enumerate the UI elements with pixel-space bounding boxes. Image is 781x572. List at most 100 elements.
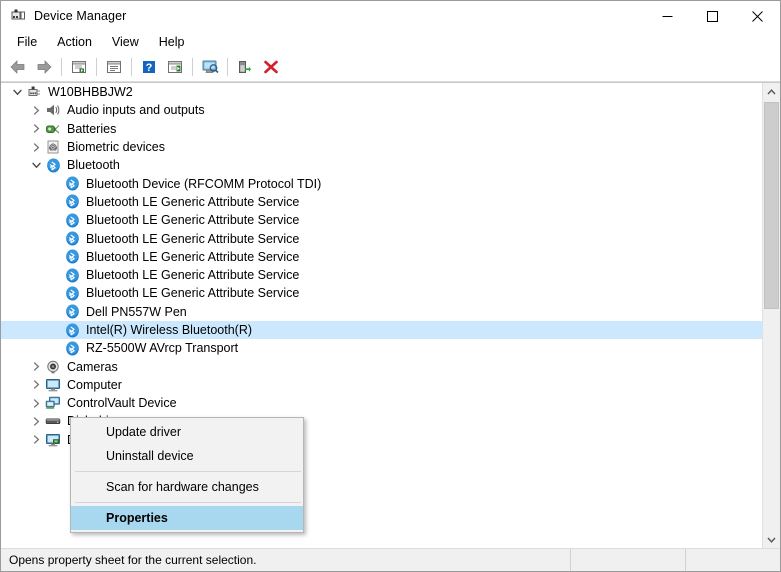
- status-pane-2: [571, 549, 686, 571]
- maximize-button[interactable]: [690, 1, 735, 31]
- tree-item-label: ControlVault Device: [67, 394, 177, 412]
- console-content: W10BHBBJW2Audio inputs and outputsBatter…: [1, 82, 780, 548]
- tree-spacer: [47, 285, 63, 301]
- menu-view[interactable]: View: [102, 32, 149, 52]
- chevron-right-icon[interactable]: [28, 359, 44, 375]
- tree-item[interactable]: Audio inputs and outputs: [1, 101, 762, 119]
- scroll-up-arrow-icon[interactable]: [763, 83, 780, 100]
- tree-item-icon-cell: [44, 395, 62, 411]
- vertical-scrollbar[interactable]: [762, 83, 780, 548]
- tree-spacer: [47, 176, 63, 192]
- bluetooth-icon: [46, 158, 61, 173]
- context-menu-item-uninstall-device[interactable]: Uninstall device: [71, 444, 303, 468]
- scrollbar-thumb[interactable]: [764, 102, 779, 309]
- tree-item-icon-cell: [44, 139, 62, 155]
- context-menu-item-scan-for-hardware-changes[interactable]: Scan for hardware changes: [71, 475, 303, 499]
- update-driver-icon[interactable]: [163, 55, 187, 79]
- tree-item[interactable]: Bluetooth LE Generic Attribute Service: [1, 266, 762, 284]
- tree-spacer: [47, 231, 63, 247]
- menu-file[interactable]: File: [7, 32, 47, 52]
- device-tree-panel[interactable]: W10BHBBJW2Audio inputs and outputsBatter…: [1, 83, 762, 548]
- chevron-right-icon[interactable]: [28, 102, 44, 118]
- scan-hardware-changes-icon[interactable]: [198, 55, 222, 79]
- title-bar: Device Manager: [1, 1, 780, 31]
- tree-item-label: Bluetooth LE Generic Attribute Service: [86, 211, 299, 229]
- bluetooth-icon: [65, 194, 80, 209]
- tree-item-icon-cell: [44, 432, 62, 448]
- tree-item[interactable]: Dell PN557W Pen: [1, 303, 762, 321]
- chevron-right-icon[interactable]: [28, 377, 44, 393]
- uninstall-device-icon[interactable]: [233, 55, 257, 79]
- tree-item[interactable]: ControlVault Device: [1, 394, 762, 412]
- close-button[interactable]: [735, 1, 780, 31]
- bluetooth-icon: [65, 341, 80, 356]
- tree-item-label: Bluetooth: [67, 156, 120, 174]
- tree-item[interactable]: Bluetooth LE Generic Attribute Service: [1, 248, 762, 266]
- chevron-right-icon[interactable]: [28, 395, 44, 411]
- remove-device-icon[interactable]: [259, 55, 283, 79]
- tree-item-label: Batteries: [67, 120, 116, 138]
- tree-item[interactable]: Bluetooth Device (RFCOMM Protocol TDI): [1, 174, 762, 192]
- tree-spacer: [47, 194, 63, 210]
- battery-icon: [45, 122, 61, 136]
- tree-item[interactable]: RZ-5500W AVrcp Transport: [1, 339, 762, 357]
- tree-item-label: Bluetooth Device (RFCOMM Protocol TDI): [86, 175, 321, 193]
- show-hide-console-tree-icon[interactable]: [67, 55, 91, 79]
- properties-icon[interactable]: [102, 55, 126, 79]
- tree-item[interactable]: Bluetooth LE Generic Attribute Service: [1, 193, 762, 211]
- tree-item-icon-cell: [44, 121, 62, 137]
- tree-item-icon-cell: [44, 102, 62, 118]
- tree-item-label: Bluetooth LE Generic Attribute Service: [86, 248, 299, 266]
- bluetooth-icon: [65, 268, 80, 283]
- tree-spacer: [47, 267, 63, 283]
- tree-item-label: Audio inputs and outputs: [67, 101, 205, 119]
- help-icon[interactable]: ?: [137, 55, 161, 79]
- tree-spacer: [47, 212, 63, 228]
- device-manager-icon: [10, 8, 26, 24]
- forward-icon[interactable]: [32, 55, 56, 79]
- toolbar-separator: [61, 58, 62, 76]
- tree-item[interactable]: Bluetooth LE Generic Attribute Service: [1, 284, 762, 302]
- chevron-down-icon[interactable]: [28, 157, 44, 173]
- tree-spacer: [47, 322, 63, 338]
- tree-item-icon-cell: [63, 194, 81, 210]
- back-icon[interactable]: [6, 55, 30, 79]
- chevron-down-icon[interactable]: [9, 84, 25, 100]
- disk-drive-icon: [45, 414, 61, 428]
- tree-item-icon-cell: [25, 84, 43, 100]
- bluetooth-icon: [65, 286, 80, 301]
- chevron-right-icon[interactable]: [28, 432, 44, 448]
- tree-item-icon-cell: [44, 377, 62, 393]
- tree-spacer: [47, 304, 63, 320]
- context-menu-item-update-driver[interactable]: Update driver: [71, 420, 303, 444]
- tree-item[interactable]: Bluetooth LE Generic Attribute Service: [1, 211, 762, 229]
- scroll-down-arrow-icon[interactable]: [763, 531, 780, 548]
- toolbar-separator: [227, 58, 228, 76]
- toolbar-separator: [96, 58, 97, 76]
- window-controls: [645, 1, 780, 31]
- tree-item[interactable]: Cameras: [1, 357, 762, 375]
- menu-help[interactable]: Help: [149, 32, 195, 52]
- tree-item[interactable]: W10BHBBJW2: [1, 83, 762, 101]
- tree-item[interactable]: Batteries: [1, 120, 762, 138]
- window-title: Device Manager: [34, 9, 126, 23]
- tree-item[interactable]: Biometric devices: [1, 138, 762, 156]
- tree-item[interactable]: Intel(R) Wireless Bluetooth(R): [1, 321, 762, 339]
- context-menu-item-properties[interactable]: Properties: [71, 506, 303, 530]
- menu-action[interactable]: Action: [47, 32, 102, 52]
- context-menu: Update driverUninstall device Scan for ha…: [70, 417, 304, 533]
- tree-item-label: Computer: [67, 376, 122, 394]
- chevron-right-icon[interactable]: [28, 139, 44, 155]
- minimize-button[interactable]: [645, 1, 690, 31]
- monitor-icon: [45, 378, 61, 392]
- context-menu-separator: [75, 502, 301, 503]
- tree-item[interactable]: Bluetooth LE Generic Attribute Service: [1, 229, 762, 247]
- tree-item[interactable]: Computer: [1, 376, 762, 394]
- status-message: Opens property sheet for the current sel…: [1, 549, 571, 571]
- tree-item-icon-cell: [63, 249, 81, 265]
- chevron-right-icon[interactable]: [28, 413, 44, 429]
- tree-item[interactable]: Bluetooth: [1, 156, 762, 174]
- tree-item-icon-cell: [63, 212, 81, 228]
- chevron-right-icon[interactable]: [28, 121, 44, 137]
- status-pane-3: [686, 549, 780, 571]
